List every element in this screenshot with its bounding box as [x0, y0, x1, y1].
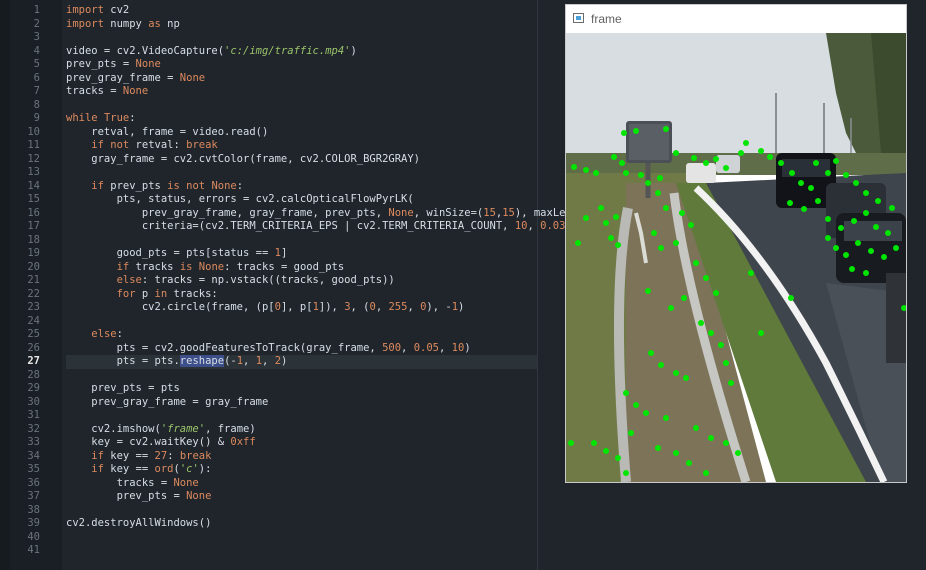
line-number: 25 [27, 328, 40, 340]
code-line-37[interactable]: prev_pts = None [66, 490, 212, 504]
video-frame [566, 33, 906, 482]
code-line-10[interactable]: retval, frame = video.read() [66, 126, 268, 140]
line-number: 32 [27, 422, 40, 435]
line-number: 22 [27, 287, 40, 300]
code-line-7[interactable]: tracks = None [66, 85, 148, 99]
line-number: 35 [27, 463, 40, 475]
code-line-11[interactable]: if not retval: break [66, 139, 217, 153]
code-line-14[interactable]: if prev_pts is not None: [66, 180, 243, 194]
line-number: 2 [33, 17, 40, 30]
code-line-35[interactable]: if key == ord('c'): [66, 463, 211, 477]
code-line-34[interactable]: if key == 27: break [66, 450, 211, 464]
code-line-32[interactable]: cv2.imshow('frame', frame) [66, 423, 255, 437]
code-line-16[interactable]: prev_gray_frame, gray_frame, prev_pts, N… [66, 207, 591, 221]
code-line-4[interactable]: video = cv2.VideoCapture('c:/img/traffic… [66, 45, 357, 59]
code-line-30[interactable]: prev_gray_frame = gray_frame [66, 396, 268, 410]
code-line-27[interactable]: pts = pts.reshape(-1, 1, 2) [66, 355, 287, 369]
line-number: 34 [27, 449, 40, 462]
window-titlebar[interactable]: frame [566, 5, 906, 34]
line-number: 20 [27, 260, 40, 273]
code-line-36[interactable]: tracks = None [66, 477, 199, 491]
line-number: 40 [27, 530, 40, 543]
line-number: 17 [27, 220, 40, 232]
code-line-23[interactable]: cv2.circle(frame, (p[0], p[1]), 3, (0, 2… [66, 301, 465, 315]
line-number: 6 [33, 71, 40, 84]
line-number: 12 [27, 152, 40, 165]
line-number: 23 [27, 301, 40, 313]
code-line-5[interactable]: prev_pts = None [66, 58, 161, 72]
traffic-video-frame [566, 33, 906, 482]
line-number: 11 [27, 139, 40, 151]
frame-window[interactable]: frame [565, 4, 907, 483]
code-line-25[interactable]: else: [66, 328, 123, 342]
line-number: 31 [27, 409, 40, 421]
code-line-1[interactable]: import cv2 [66, 4, 129, 18]
code-line-19[interactable]: good_pts = pts[status == 1] [66, 247, 288, 261]
code-line-22[interactable]: for p in tracks: [66, 288, 218, 302]
line-number: 36 [27, 476, 40, 489]
line-number: 16 [27, 206, 40, 219]
line-number: 3 [33, 31, 40, 43]
code-line-15[interactable]: pts, status, errors = cv2.calcOpticalFlo… [66, 193, 414, 207]
line-number: 15 [27, 193, 40, 205]
line-number: 13 [27, 166, 40, 178]
code-line-20[interactable]: if tracks is None: tracks = good_pts [66, 261, 345, 275]
line-number: 28 [27, 368, 40, 381]
line-number-gutter: 1 2 3 4 5 6 7 8 9 10 11 12 13 14 15 16 17 18 19 20 21 22 23 24 2… [10, 0, 62, 570]
code-line-33[interactable]: key = cv2.waitKey() & 0xff [66, 436, 255, 450]
line-number: 24 [27, 314, 40, 327]
line-number: 29 [27, 382, 40, 394]
line-number: 7 [33, 85, 40, 97]
line-number: 18 [27, 233, 40, 246]
code-line-2[interactable]: import numpy as np [66, 18, 180, 32]
line-number: 4 [33, 44, 40, 57]
line-number: 33 [27, 436, 40, 448]
line-number: 10 [27, 125, 40, 138]
code-line-29[interactable]: prev_pts = pts [66, 382, 180, 396]
code-line-17[interactable]: criteria=(cv2.TERM_CRITERIA_EPS | cv2.TE… [66, 220, 578, 234]
line-number: 30 [27, 395, 40, 408]
line-number: 41 [27, 544, 40, 556]
window-title: frame [591, 12, 622, 26]
window-app-icon [573, 13, 584, 23]
code-line-39[interactable]: cv2.destroyAllWindows() [66, 517, 211, 531]
line-number: 37 [27, 490, 40, 502]
line-number: 19 [27, 247, 40, 259]
line-number: 26 [27, 341, 40, 354]
code-line-9[interactable]: while True: [66, 112, 136, 126]
line-number: 27 [27, 355, 40, 367]
code-line-21[interactable]: else: tracks = np.vstack((tracks, good_p… [66, 274, 395, 288]
code-line-26[interactable]: pts = cv2.goodFeaturesToTrack(gray_frame… [66, 342, 471, 356]
line-number: 38 [27, 503, 40, 516]
code-line-12[interactable]: gray_frame = cv2.cvtColor(frame, cv2.COL… [66, 153, 420, 167]
line-number: 9 [33, 112, 40, 124]
code-line-6[interactable]: prev_gray_frame = None [66, 72, 205, 86]
line-number: 39 [27, 517, 40, 529]
line-number: 21 [27, 274, 40, 286]
line-number: 5 [33, 58, 40, 70]
line-number: 8 [33, 98, 40, 111]
line-number: 14 [27, 179, 40, 192]
line-number: 1 [33, 4, 40, 16]
